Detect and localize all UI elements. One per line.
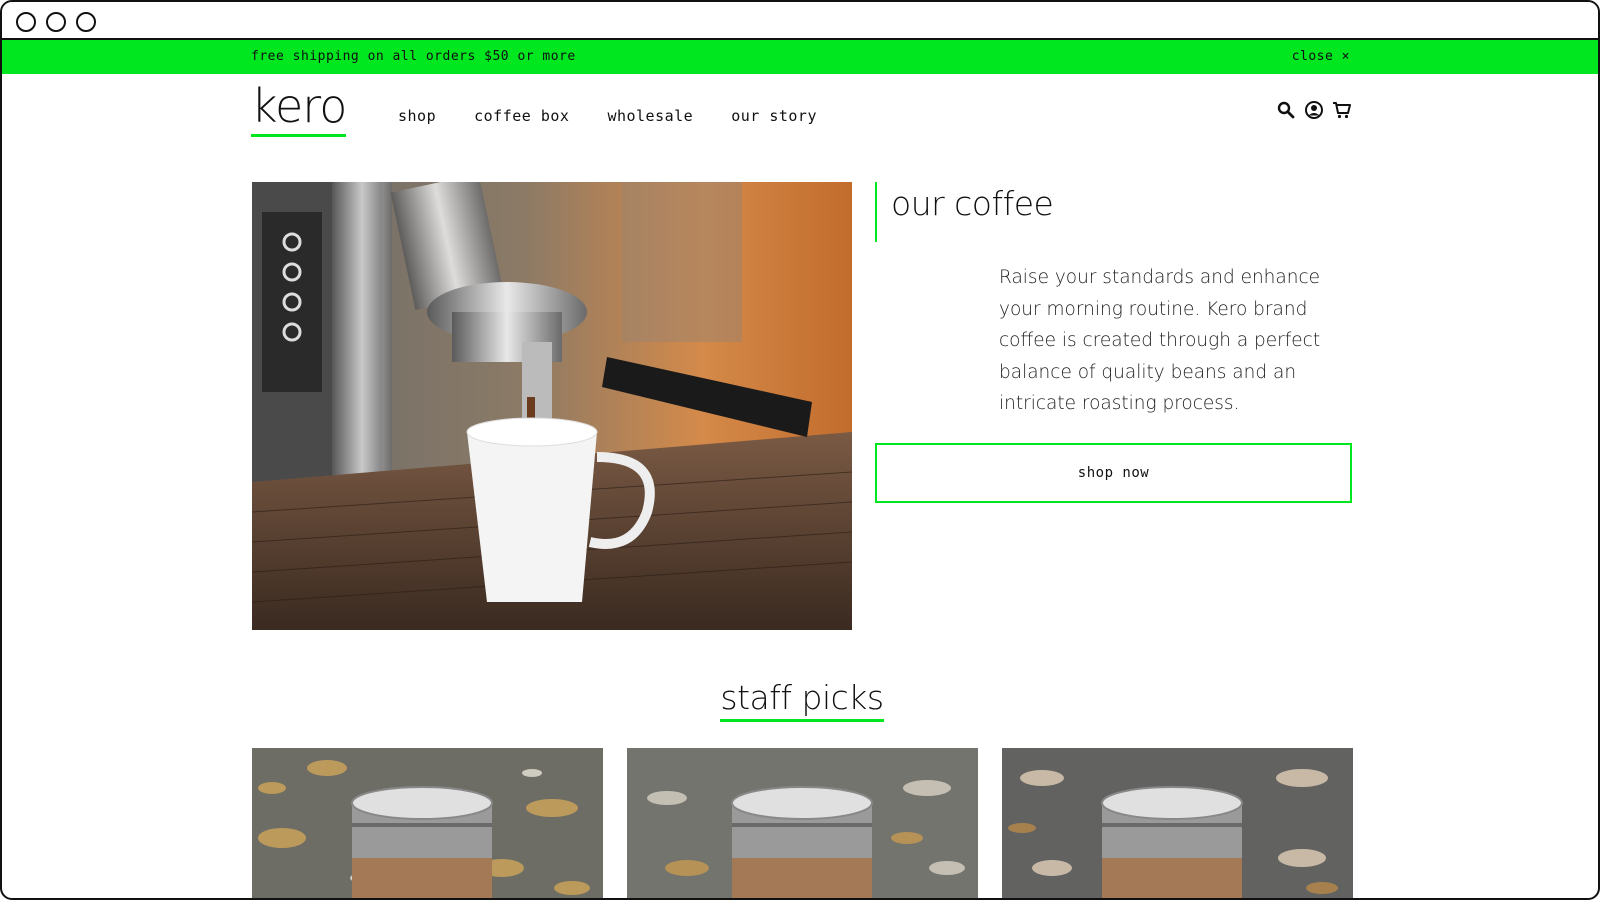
- nav-item-coffee-box[interactable]: coffee box: [474, 107, 569, 125]
- window-titlebar: [2, 2, 1598, 40]
- product-card[interactable]: [1002, 748, 1353, 898]
- coffee-canister-photo: [1002, 748, 1353, 898]
- staff-picks-grid: [252, 748, 1353, 898]
- shop-now-button[interactable]: shop now: [875, 443, 1352, 503]
- promo-banner: free shipping on all orders $50 or more …: [2, 40, 1598, 74]
- nav-item-wholesale[interactable]: wholesale: [607, 107, 693, 125]
- product-card[interactable]: [252, 748, 603, 898]
- header-tools: [1276, 100, 1352, 120]
- coffee-canister-photo: [252, 748, 603, 898]
- hero-espresso-image: [252, 182, 852, 630]
- nav-item-our-story[interactable]: our story: [731, 107, 817, 125]
- espresso-machine-photo: [252, 182, 852, 630]
- staff-picks-heading: staff picks: [2, 678, 1598, 722]
- product-card[interactable]: [627, 748, 978, 898]
- window-controls: [16, 12, 96, 32]
- nav-item-shop[interactable]: shop: [398, 107, 436, 125]
- hero-description: Raise your standards and enhance your mo…: [999, 267, 1321, 414]
- promo-message: free shipping on all orders $50 or more: [251, 49, 576, 64]
- logo[interactable]: kero: [251, 80, 347, 137]
- main-nav: shop coffee box wholesale our story: [398, 107, 817, 125]
- maximize-window-icon[interactable]: [76, 12, 96, 32]
- site-header: kero shop coffee box wholesale our story: [2, 74, 1598, 164]
- coffee-canister-photo: [627, 748, 978, 898]
- staff-picks-title: staff picks: [720, 678, 884, 722]
- close-window-icon[interactable]: [16, 12, 36, 32]
- account-icon[interactable]: [1304, 100, 1324, 120]
- cart-icon[interactable]: [1332, 100, 1352, 120]
- search-icon[interactable]: [1276, 100, 1296, 120]
- promo-close-button[interactable]: close ×: [1292, 49, 1350, 64]
- browser-window: free shipping on all orders $50 or more …: [0, 0, 1600, 900]
- section-heading: our coffee: [875, 182, 1054, 242]
- our-coffee-title: our coffee: [891, 184, 1054, 223]
- minimize-window-icon[interactable]: [46, 12, 66, 32]
